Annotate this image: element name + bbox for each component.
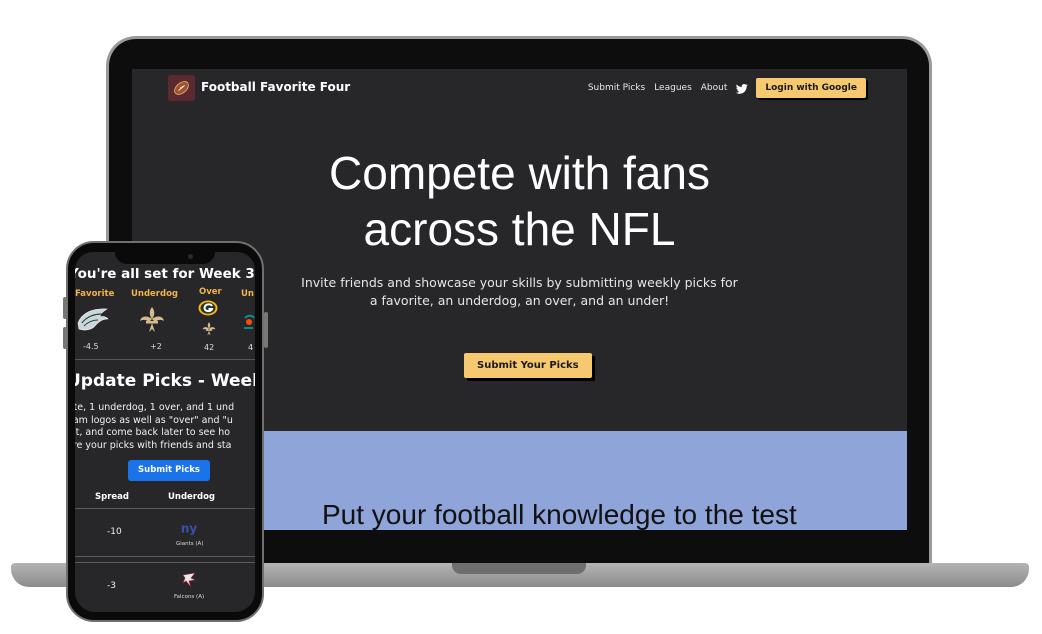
pick-label-over: Over	[199, 287, 222, 297]
nav-link-leagues[interactable]: Leagues	[654, 83, 692, 93]
instructions-line-1: rite, 1 underdog, 1 over, and 1 und	[75, 402, 235, 413]
phone-volume-up-button	[63, 297, 67, 319]
row-2-spread: -3	[107, 581, 116, 591]
phone-notch	[115, 249, 215, 264]
feature-band-title: Put your football knowledge to the test	[322, 499, 797, 530]
pick-value-underdog: +2	[150, 342, 162, 351]
twitter-icon[interactable]	[736, 79, 749, 98]
submit-picks-button[interactable]: Submit Picks	[128, 460, 210, 481]
falcons-logo-icon[interactable]	[180, 571, 198, 593]
pick-value-over: 42	[204, 343, 215, 352]
pick-value-favorite: -4.5	[83, 342, 99, 351]
row-1-team: Giants (A)	[176, 541, 204, 547]
table-header-underdog: Underdog	[168, 492, 216, 502]
hero-subtitle-line-1: Invite friends and showcase your skills …	[301, 275, 738, 290]
phone-volume-down-button	[63, 327, 67, 349]
instructions-line-3: nit, and come back later to see ho	[75, 427, 231, 438]
phone-heading: You're all set for Week 3!	[75, 266, 255, 282]
nav-links: Submit Picks Leagues About Login with Go…	[588, 78, 866, 98]
site-navbar: Football Favorite Four Submit Picks Leag…	[132, 69, 907, 109]
table-row-divider	[75, 508, 255, 509]
phone-camera	[188, 254, 193, 259]
giants-logo-icon[interactable]: ny	[179, 520, 199, 539]
row-1-spread: -10	[107, 527, 122, 537]
phone-divider	[75, 359, 255, 360]
hero-subtitle: Invite friends and showcase your skills …	[292, 274, 747, 310]
instructions-line-4: are your picks with friends and sta	[75, 439, 232, 451]
table-header-spread: Spread	[95, 492, 129, 502]
phone-power-button	[264, 312, 268, 348]
update-picks-title: Update Picks - Week	[75, 371, 255, 391]
eagles-logo-icon	[76, 305, 110, 337]
football-logo-icon[interactable]	[168, 75, 195, 101]
nav-link-submit-picks[interactable]: Submit Picks	[588, 83, 645, 93]
submit-your-picks-button[interactable]: Submit Your Picks	[464, 353, 592, 378]
brand-name[interactable]: Football Favorite Four	[201, 80, 350, 94]
pick-value-under: 4	[248, 343, 254, 352]
dolphins-logo-icon	[243, 312, 255, 340]
row-2-team: Falcons (A)	[174, 594, 205, 600]
pick-label-favorite: Favorite	[75, 289, 115, 299]
pick-label-underdog: Underdog	[131, 289, 179, 299]
nav-link-about[interactable]: About	[701, 83, 728, 93]
phone-screen: You're all set for Week 3! Favorite Unde…	[75, 252, 255, 612]
laptop-hinge-notch	[452, 563, 586, 574]
hero-subtitle-line-2: a favorite, an underdog, an over, and an…	[369, 293, 670, 308]
login-with-google-button[interactable]: Login with Google	[756, 78, 866, 98]
instructions-line-2: eam logos as well as "over" and "u	[75, 414, 233, 426]
packers-logo-icon	[198, 300, 218, 320]
hero-title: Compete with fans across the NFL	[132, 145, 907, 257]
instructions-paragraph: rite, 1 underdog, 1 over, and 1 und eam …	[75, 402, 255, 452]
svg-text:ny: ny	[181, 522, 198, 536]
hero-title-line-1: Compete with fans	[329, 147, 710, 199]
table-row-divider	[75, 556, 255, 557]
saints-logo-icon	[137, 305, 167, 339]
saints-small-logo-icon	[201, 321, 217, 341]
pick-label-under: Un	[241, 289, 254, 299]
table-row-divider	[75, 562, 255, 563]
